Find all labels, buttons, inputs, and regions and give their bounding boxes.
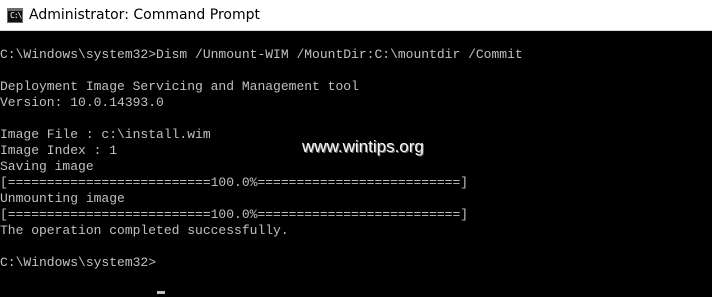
title-bar[interactable]: C:\ Administrator: Command Prompt	[0, 0, 712, 31]
wintips-watermark: www.wintips.org	[302, 137, 424, 156]
image-file-line: Image File : c:\install.wim	[0, 127, 211, 142]
saving-image-progress-line: [==========================100.0%=======…	[0, 175, 469, 190]
dism-tool-name-line: Deployment Image Servicing and Managemen…	[0, 79, 359, 94]
saving-image-line: Saving image	[0, 159, 94, 174]
dism-unmount-command-line: C:\Windows\system32>Dism /Unmount-WIM /M…	[0, 47, 523, 62]
unmounting-image-line: Unmounting image	[0, 191, 125, 206]
command-prompt-icon: C:\	[7, 8, 23, 23]
command-prompt-icon-text: C:\	[10, 11, 22, 20]
blinking-cursor	[157, 291, 165, 294]
operation-completed-line: The operation completed successfully.	[0, 223, 289, 238]
unmounting-image-progress-line: [==========================100.0%=======…	[0, 207, 469, 222]
console-output-area[interactable]: C:\Windows\system32>Dism /Unmount-WIM /M…	[0, 31, 712, 297]
command-prompt-window: C:\ Administrator: Command Prompt C:\Win…	[0, 0, 712, 297]
window-title: Administrator: Command Prompt	[29, 7, 260, 23]
image-index-line: Image Index : 1	[0, 143, 118, 158]
dism-version-line: Version: 10.0.14393.0	[0, 95, 164, 110]
current-prompt-line[interactable]: C:\Windows\system32>	[0, 255, 156, 271]
